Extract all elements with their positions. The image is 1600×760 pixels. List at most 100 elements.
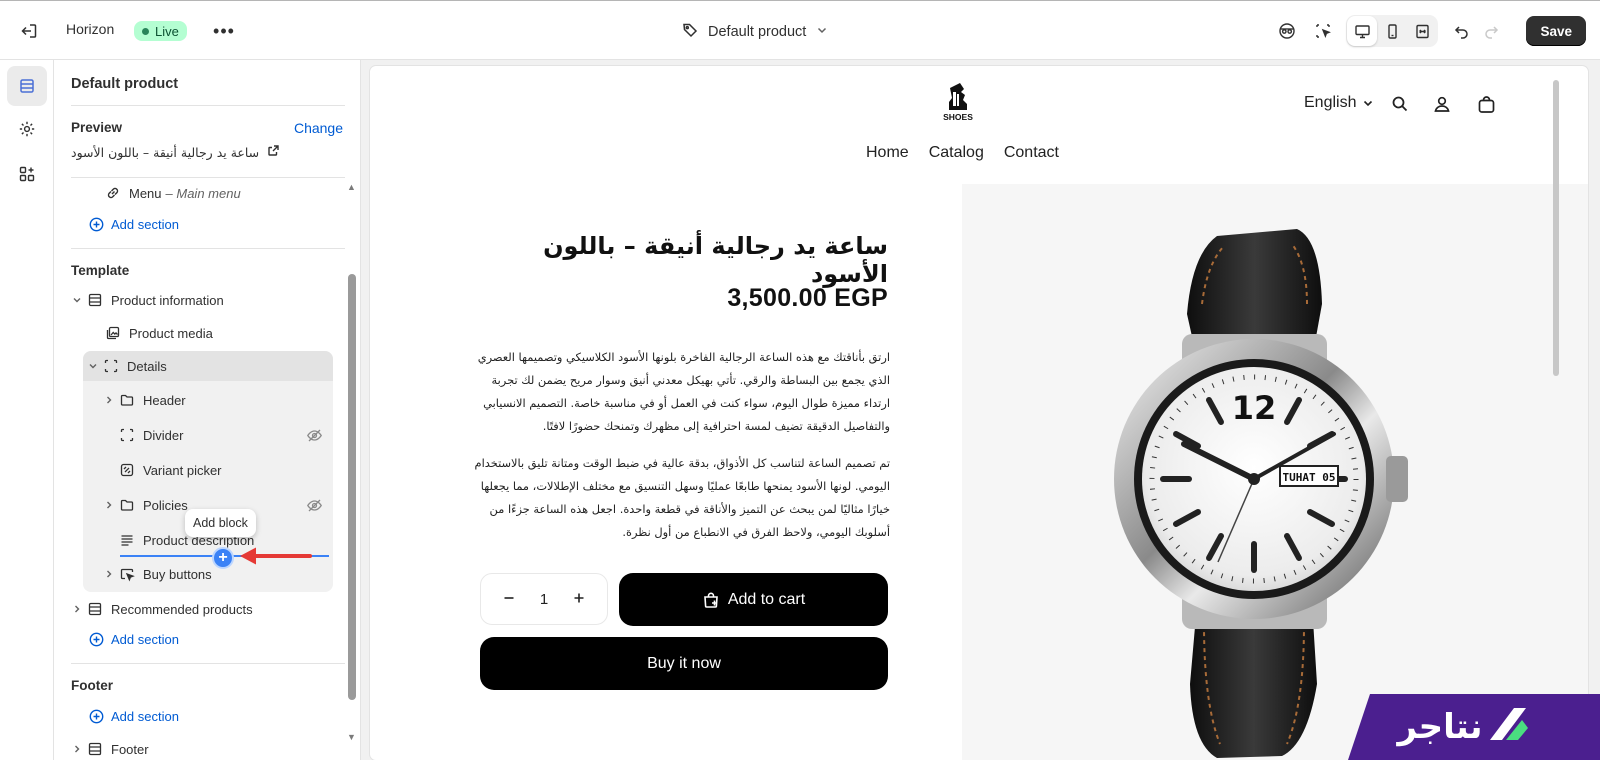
theme-settings-gear-icon[interactable] (7, 109, 47, 149)
add-section-template-button[interactable]: Add section (89, 627, 179, 651)
save-button[interactable]: Save (1526, 16, 1586, 46)
external-link-icon[interactable] (267, 144, 280, 160)
cart-icon[interactable] (1474, 92, 1498, 116)
select-element-icon[interactable] (1308, 16, 1338, 46)
section-menu[interactable]: Menu – Main menu (103, 178, 241, 208)
redo-icon[interactable] (1476, 16, 1506, 46)
footer-section-label: Footer (111, 741, 149, 757)
product-media[interactable]: 12 TUHAT 05 (962, 184, 1588, 760)
header-block-label: Header (143, 392, 186, 408)
details-label: Details (127, 358, 167, 374)
recommended-products-label: Recommended products (111, 601, 253, 617)
chevron-down-icon (1364, 100, 1373, 107)
sidebar-scrollbar-thumb[interactable] (348, 274, 356, 700)
full-width-view-icon[interactable] (1407, 16, 1437, 46)
buy-buttons-label: Buy buttons (143, 566, 212, 582)
language-selector[interactable]: English (1304, 94, 1374, 112)
hidden-eye-icon[interactable] (304, 495, 324, 515)
status-dot-icon (142, 27, 149, 35)
add-section-header-button[interactable]: Add section (89, 212, 179, 236)
minus-icon[interactable] (503, 591, 515, 608)
chevron-right-icon[interactable] (101, 395, 117, 405)
chevron-down-icon (816, 24, 828, 40)
section-layout-icon (85, 599, 105, 619)
variant-picker-label: Variant picker (143, 462, 222, 478)
more-actions-icon[interactable]: ••• (210, 19, 238, 43)
account-icon[interactable] (1430, 92, 1454, 116)
folder-icon (117, 390, 137, 410)
chevron-right-icon[interactable] (101, 500, 117, 510)
preview-product[interactable]: ساعة يد رجالية أنيقة – باللون الأسود (71, 144, 301, 160)
chevron-right-icon[interactable] (69, 744, 85, 754)
block-product-media[interactable]: Product media (103, 318, 213, 348)
watch-date-window: TUHAT 05 (1283, 471, 1336, 484)
cursor-click-icon (117, 564, 137, 584)
live-status-badge: Live (134, 21, 187, 41)
chevron-down-icon[interactable] (85, 361, 101, 371)
menu-label: Menu (129, 185, 162, 201)
section-product-information[interactable]: Product information (69, 285, 224, 315)
chevron-right-icon[interactable] (69, 604, 85, 614)
store-logo[interactable]: SHOES (935, 80, 981, 126)
preview-scrollbar-thumb[interactable] (1553, 80, 1559, 376)
page-selector-label: Default product (708, 24, 807, 40)
plus-circle-icon (89, 632, 104, 646)
footer-group-label: Footer (71, 678, 113, 693)
product-description-paragraph-2: تم تصميم الساعة لتناسب كل الأذواق، بدقة … (470, 452, 890, 544)
storefront-preview: SHOES English Home Catalog Contact 12 TU… (370, 66, 1588, 760)
scroll-down-arrow-icon[interactable]: ▼ (347, 732, 356, 742)
nav-contact[interactable]: Contact (1004, 144, 1059, 162)
section-layout-icon (85, 739, 105, 759)
page-selector[interactable]: Default product (682, 19, 828, 45)
buy-it-now-button[interactable]: Buy it now (480, 637, 888, 690)
undo-icon[interactable] (1446, 16, 1476, 46)
add-section-footer-button[interactable]: Add section (89, 704, 179, 728)
section-recommended-products[interactable]: Recommended products (69, 594, 253, 624)
search-icon[interactable] (1388, 92, 1412, 116)
exit-icon[interactable] (16, 19, 42, 43)
quantity-value[interactable]: 1 (540, 591, 548, 608)
plus-icon[interactable] (573, 591, 585, 608)
sidebar-title: Default product (71, 76, 179, 92)
change-preview-link[interactable]: Change (294, 120, 343, 136)
section-footer[interactable]: Footer (69, 734, 149, 760)
media-gallery-icon (103, 323, 123, 343)
divider-block-label: Divider (143, 427, 184, 443)
product-media-label: Product media (129, 325, 213, 341)
block-header[interactable]: Header (101, 385, 186, 415)
link-icon (103, 183, 123, 203)
nav-home[interactable]: Home (866, 144, 909, 162)
topbar-actions: Save (1272, 15, 1586, 47)
language-label: English (1304, 94, 1357, 111)
cart-add-icon (703, 592, 718, 608)
desc-line: ارتداء مميزة طوال اليوم، سواء كنت في الع… (483, 396, 890, 410)
product-title: ساعة يد رجالية أنيقة – باللون الأسود (543, 232, 888, 288)
folder-icon (117, 495, 137, 515)
watch-image: 12 TUHAT 05 (1114, 229, 1408, 758)
device-toggle-group (1346, 15, 1439, 47)
block-policies[interactable]: Policies (101, 490, 188, 520)
block-divider[interactable]: Divider (117, 420, 183, 450)
chevron-right-icon[interactable] (101, 569, 117, 579)
desc-line: أسلوبك اليومي، ولاحظ الفرق في الانطباع م… (622, 525, 890, 539)
preview-label: Preview (71, 120, 123, 135)
add-block-plus-icon[interactable]: + (212, 547, 234, 569)
inspector-icon[interactable] (1272, 16, 1302, 46)
block-details[interactable]: Details (85, 351, 167, 381)
preview-product-name: ساعة يد رجالية أنيقة – باللون الأسود (71, 144, 260, 160)
red-arrow-annotation-icon (234, 544, 314, 573)
chevron-down-icon[interactable] (69, 295, 85, 305)
block-buy-buttons[interactable]: Buy buttons (101, 559, 212, 589)
add-to-cart-button[interactable]: Add to cart (619, 573, 888, 626)
policies-label: Policies (143, 497, 188, 513)
block-variant-picker[interactable]: Variant picker (117, 455, 222, 485)
desktop-view-icon[interactable] (1347, 16, 1378, 46)
apps-icon[interactable] (7, 154, 47, 194)
mobile-view-icon[interactable] (1377, 16, 1407, 46)
hidden-eye-icon[interactable] (304, 425, 324, 445)
nav-catalog[interactable]: Catalog (929, 144, 984, 162)
editor-topbar: Horizon Live ••• Default product Save (0, 0, 1600, 60)
scroll-up-arrow-icon[interactable]: ▲ (347, 182, 356, 192)
sections-icon[interactable] (7, 66, 47, 106)
template-group-label: Template (71, 263, 130, 278)
